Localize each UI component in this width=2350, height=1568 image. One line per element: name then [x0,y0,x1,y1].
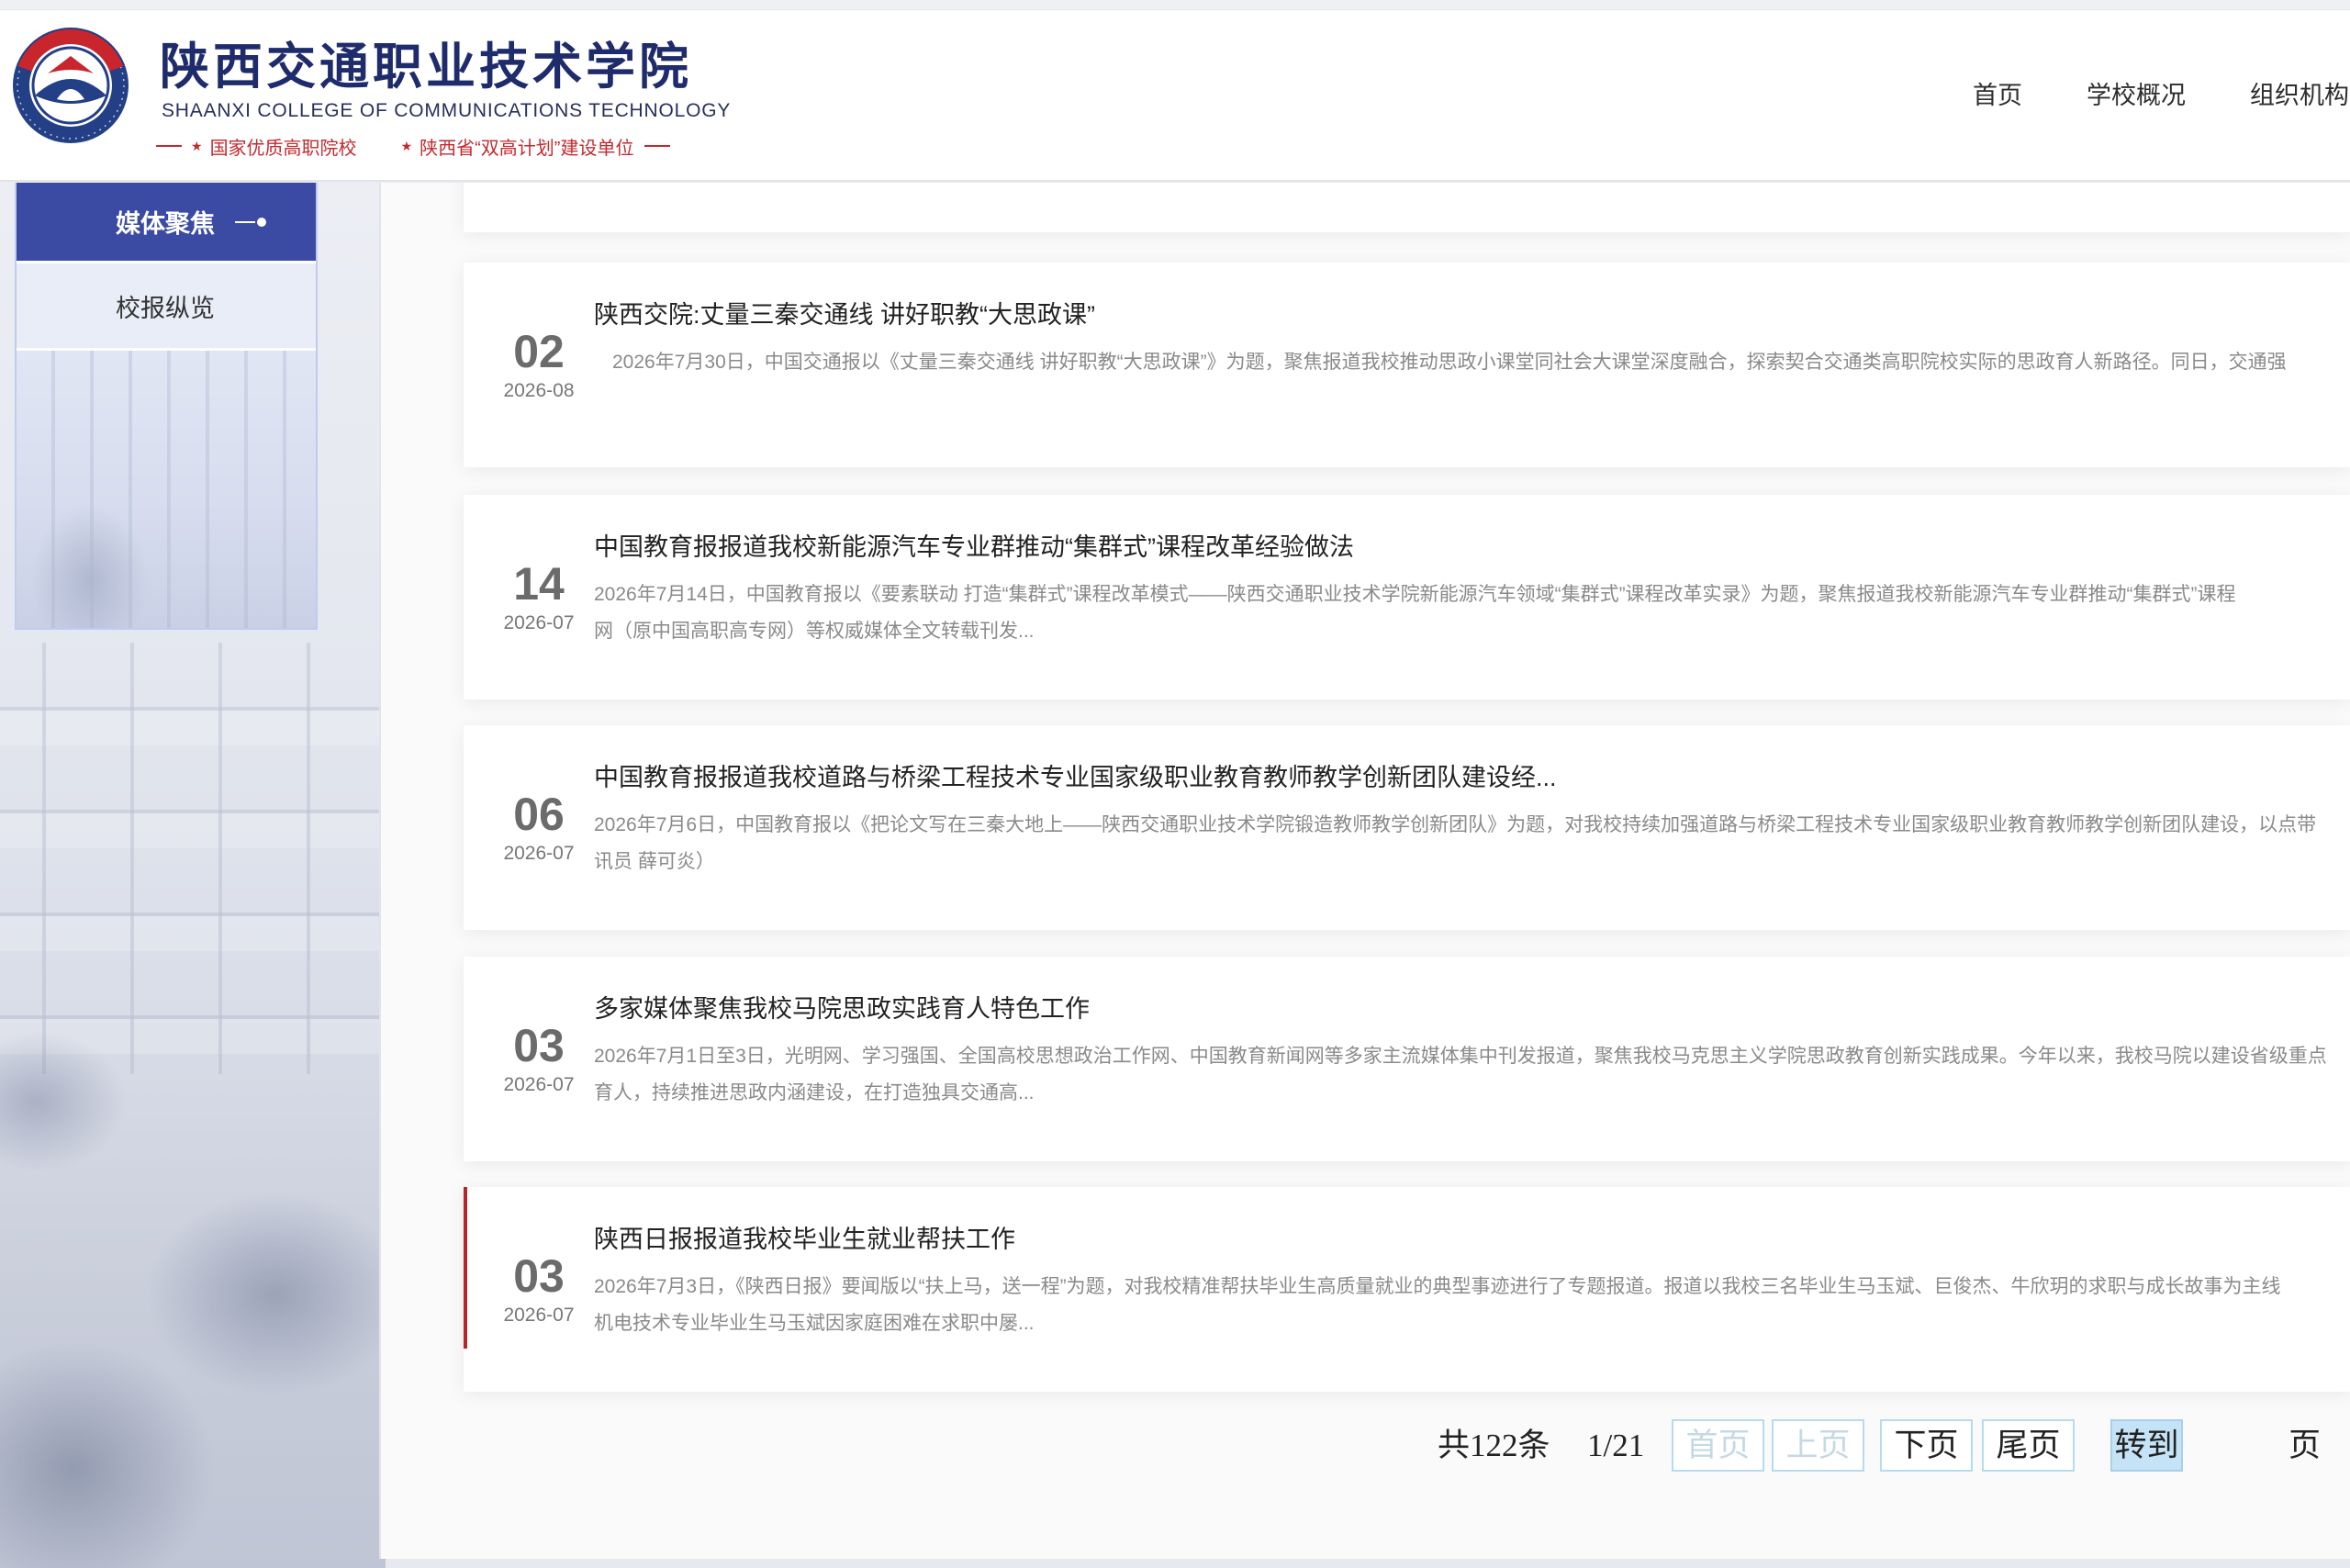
article-card[interactable]: 06 2026-07 中国教育报报道我校道路与桥梁工程技术专业国家级职业教育教师… [464,725,2350,930]
article-card[interactable]: 14 2026-07 中国教育报报道我校新能源汽车专业群推动“集群式”课程改革经… [464,495,2350,700]
star-icon: ★ [191,138,203,153]
pagination-current-page: 1/21 [1587,1428,1645,1463]
article-day: 03 [513,1020,565,1071]
article-summary-line: 育人，持续推进思政内涵建设，在打造独具交通高... [594,1082,1035,1103]
article-card-highlighted[interactable]: 03 2026-07 陕西日报报道我校毕业生就业帮扶工作 2026年7月3日，《… [464,1187,2350,1392]
last-page-button[interactable]: 尾页 [1982,1419,2075,1472]
background-trees [0,991,386,1568]
article-day: 02 [513,326,565,377]
article-title[interactable]: 中国教育报报道我校道路与桥梁工程技术专业国家级职业教育教师教学创新团队建设经..… [594,762,2350,793]
page-unit-label: 页 [2288,1428,2322,1463]
article-summary-line: 2026年7月3日，《陕西日报》要闻版以“扶上马，送一程”为题，对我校精准帮扶毕… [594,1276,2281,1297]
pagination: 共122条 1/21 首页 上页 下页 尾页 转到 页 [381,1419,2350,1472]
prev-page-button[interactable]: 上页 [1772,1419,1864,1472]
tagline-dash-right [644,145,671,147]
sidebar-item-label: 校报纵览 [116,294,215,322]
sidebar-campus-image [17,351,316,628]
article-summary-line: 2026年7月30日，中国交通报以《丈量三秦交通线 讲好职教“大思政课”》为题，… [612,352,2287,373]
sidebar-item-label: 媒体聚焦 [116,210,215,238]
article-day: 14 [513,558,565,610]
active-indicator-icon [235,217,266,227]
article-list-panel: 02 2026-08 陕西交院:丈量三秦交通线 讲好职教“大思政课” 2026年… [379,183,2350,1559]
article-month: 2026-07 [503,1305,575,1326]
goto-page-button[interactable]: 转到 [2110,1419,2183,1472]
sidebar-item-school-paper[interactable]: 校报纵览 [17,261,316,351]
article-summary: 2026年7月6日，中国教育报以《把论文写在三秦大地上——陕西交通职业技术学院锻… [594,807,2350,880]
article-summary-line: 网（原中国高职高专网）等权威媒体全文转载刊发... [594,621,1035,642]
highlight-bar [464,1187,467,1349]
article-date: 03 2026-07 [497,1021,581,1097]
article-card[interactable]: 02 2026-08 陕西交院:丈量三秦交通线 讲好职教“大思政课” 2026年… [464,263,2350,467]
article-summary: 2026年7月1日至3日，光明网、学习强国、全国高校思想政治工作网、中国教育新闻… [594,1038,2350,1112]
goto-page-input[interactable] [2183,1419,2235,1472]
article-summary-line: 2026年7月6日，中国教育报以《把论文写在三秦大地上——陕西交通职业技术学院锻… [594,814,2317,835]
sidebar: 媒体聚焦 校报纵览 [15,183,318,630]
pagination-total: 共122条 [1438,1428,1550,1463]
article-month: 2026-08 [503,380,575,401]
article-summary-line: 2026年7月14日，中国教育报以《要素联动 打造“集群式”课程改革模式——陕西… [594,584,2236,605]
article-card[interactable]: 03 2026-07 多家媒体聚焦我校马院思政实践育人特色工作 2026年7月1… [464,957,2350,1161]
article-title[interactable]: 陕西日报报道我校毕业生就业帮扶工作 [594,1224,2350,1255]
article-title[interactable]: 中国教育报报道我校新能源汽车专业群推动“集群式”课程改革经验做法 [594,532,2350,563]
article-date: 03 2026-07 [497,1251,581,1327]
tagline-dash-left [156,145,182,147]
school-tagline: ★ 国家优质高职院校 ★ 陕西省“双高计划”建设单位 [156,135,671,159]
article-date: 06 2026-07 [497,790,581,866]
article-day: 06 [513,789,565,840]
article-date: 14 2026-07 [497,559,581,635]
sidebar-item-media-focus[interactable]: 媒体聚焦 [17,183,316,261]
article-date: 02 2026-08 [497,327,581,403]
article-summary-line: 机电技术专业毕业生马玉斌因家庭困难在求职中屡... [594,1313,1035,1334]
nav-item-organization[interactable]: 组织机构 [2250,79,2349,112]
article-summary: 2026年7月3日，《陕西日报》要闻版以“扶上马，送一程”为题，对我校精准帮扶毕… [594,1269,2350,1342]
next-page-button[interactable]: 下页 [1880,1419,1973,1472]
site-header: 陕西交通职业技术学院 SHAANXI COLLEGE OF COMMUNICAT… [0,0,2350,182]
school-logo[interactable] [11,26,130,145]
school-name-cn: 陕西交通职业技术学院 [160,37,692,95]
tagline-left-text: 国家优质高职院校 [209,138,357,159]
article-summary-line: 2026年7月1日至3日，光明网、学习强国、全国高校思想政治工作网、中国教育新闻… [594,1046,2327,1067]
article-title[interactable]: 多家媒体聚焦我校马院思政实践育人特色工作 [594,993,2350,1025]
article-card-partial[interactable] [464,183,2350,232]
article-summary: 2026年7月30日，中国交通报以《丈量三秦交通线 讲好职教“大思政课”》为题，… [594,344,2350,381]
first-page-button[interactable]: 首页 [1672,1419,1764,1472]
article-summary-line: 讯员 薛可炎） [594,851,715,872]
article-month: 2026-07 [503,612,575,633]
school-name-en: SHAANXI COLLEGE OF COMMUNICATIONS TECHNO… [162,100,732,121]
header-top-strip [0,0,2350,10]
nav-item-home[interactable]: 首页 [1973,79,2022,112]
article-day: 03 [513,1250,565,1302]
main-nav: 首页 学校概况 组织机构 [1973,79,2349,112]
article-title[interactable]: 陕西交院:丈量三秦交通线 讲好职教“大思政课” [594,299,2350,330]
tagline-right-text: 陕西省“双高计划”建设单位 [420,138,634,159]
nav-item-about[interactable]: 学校概况 [2087,79,2186,112]
article-month: 2026-07 [503,1074,575,1095]
star-icon: ★ [400,138,413,153]
article-month: 2026-07 [503,843,575,864]
article-summary: 2026年7月14日，中国教育报以《要素联动 打造“集群式”课程改革模式——陕西… [594,577,2350,650]
